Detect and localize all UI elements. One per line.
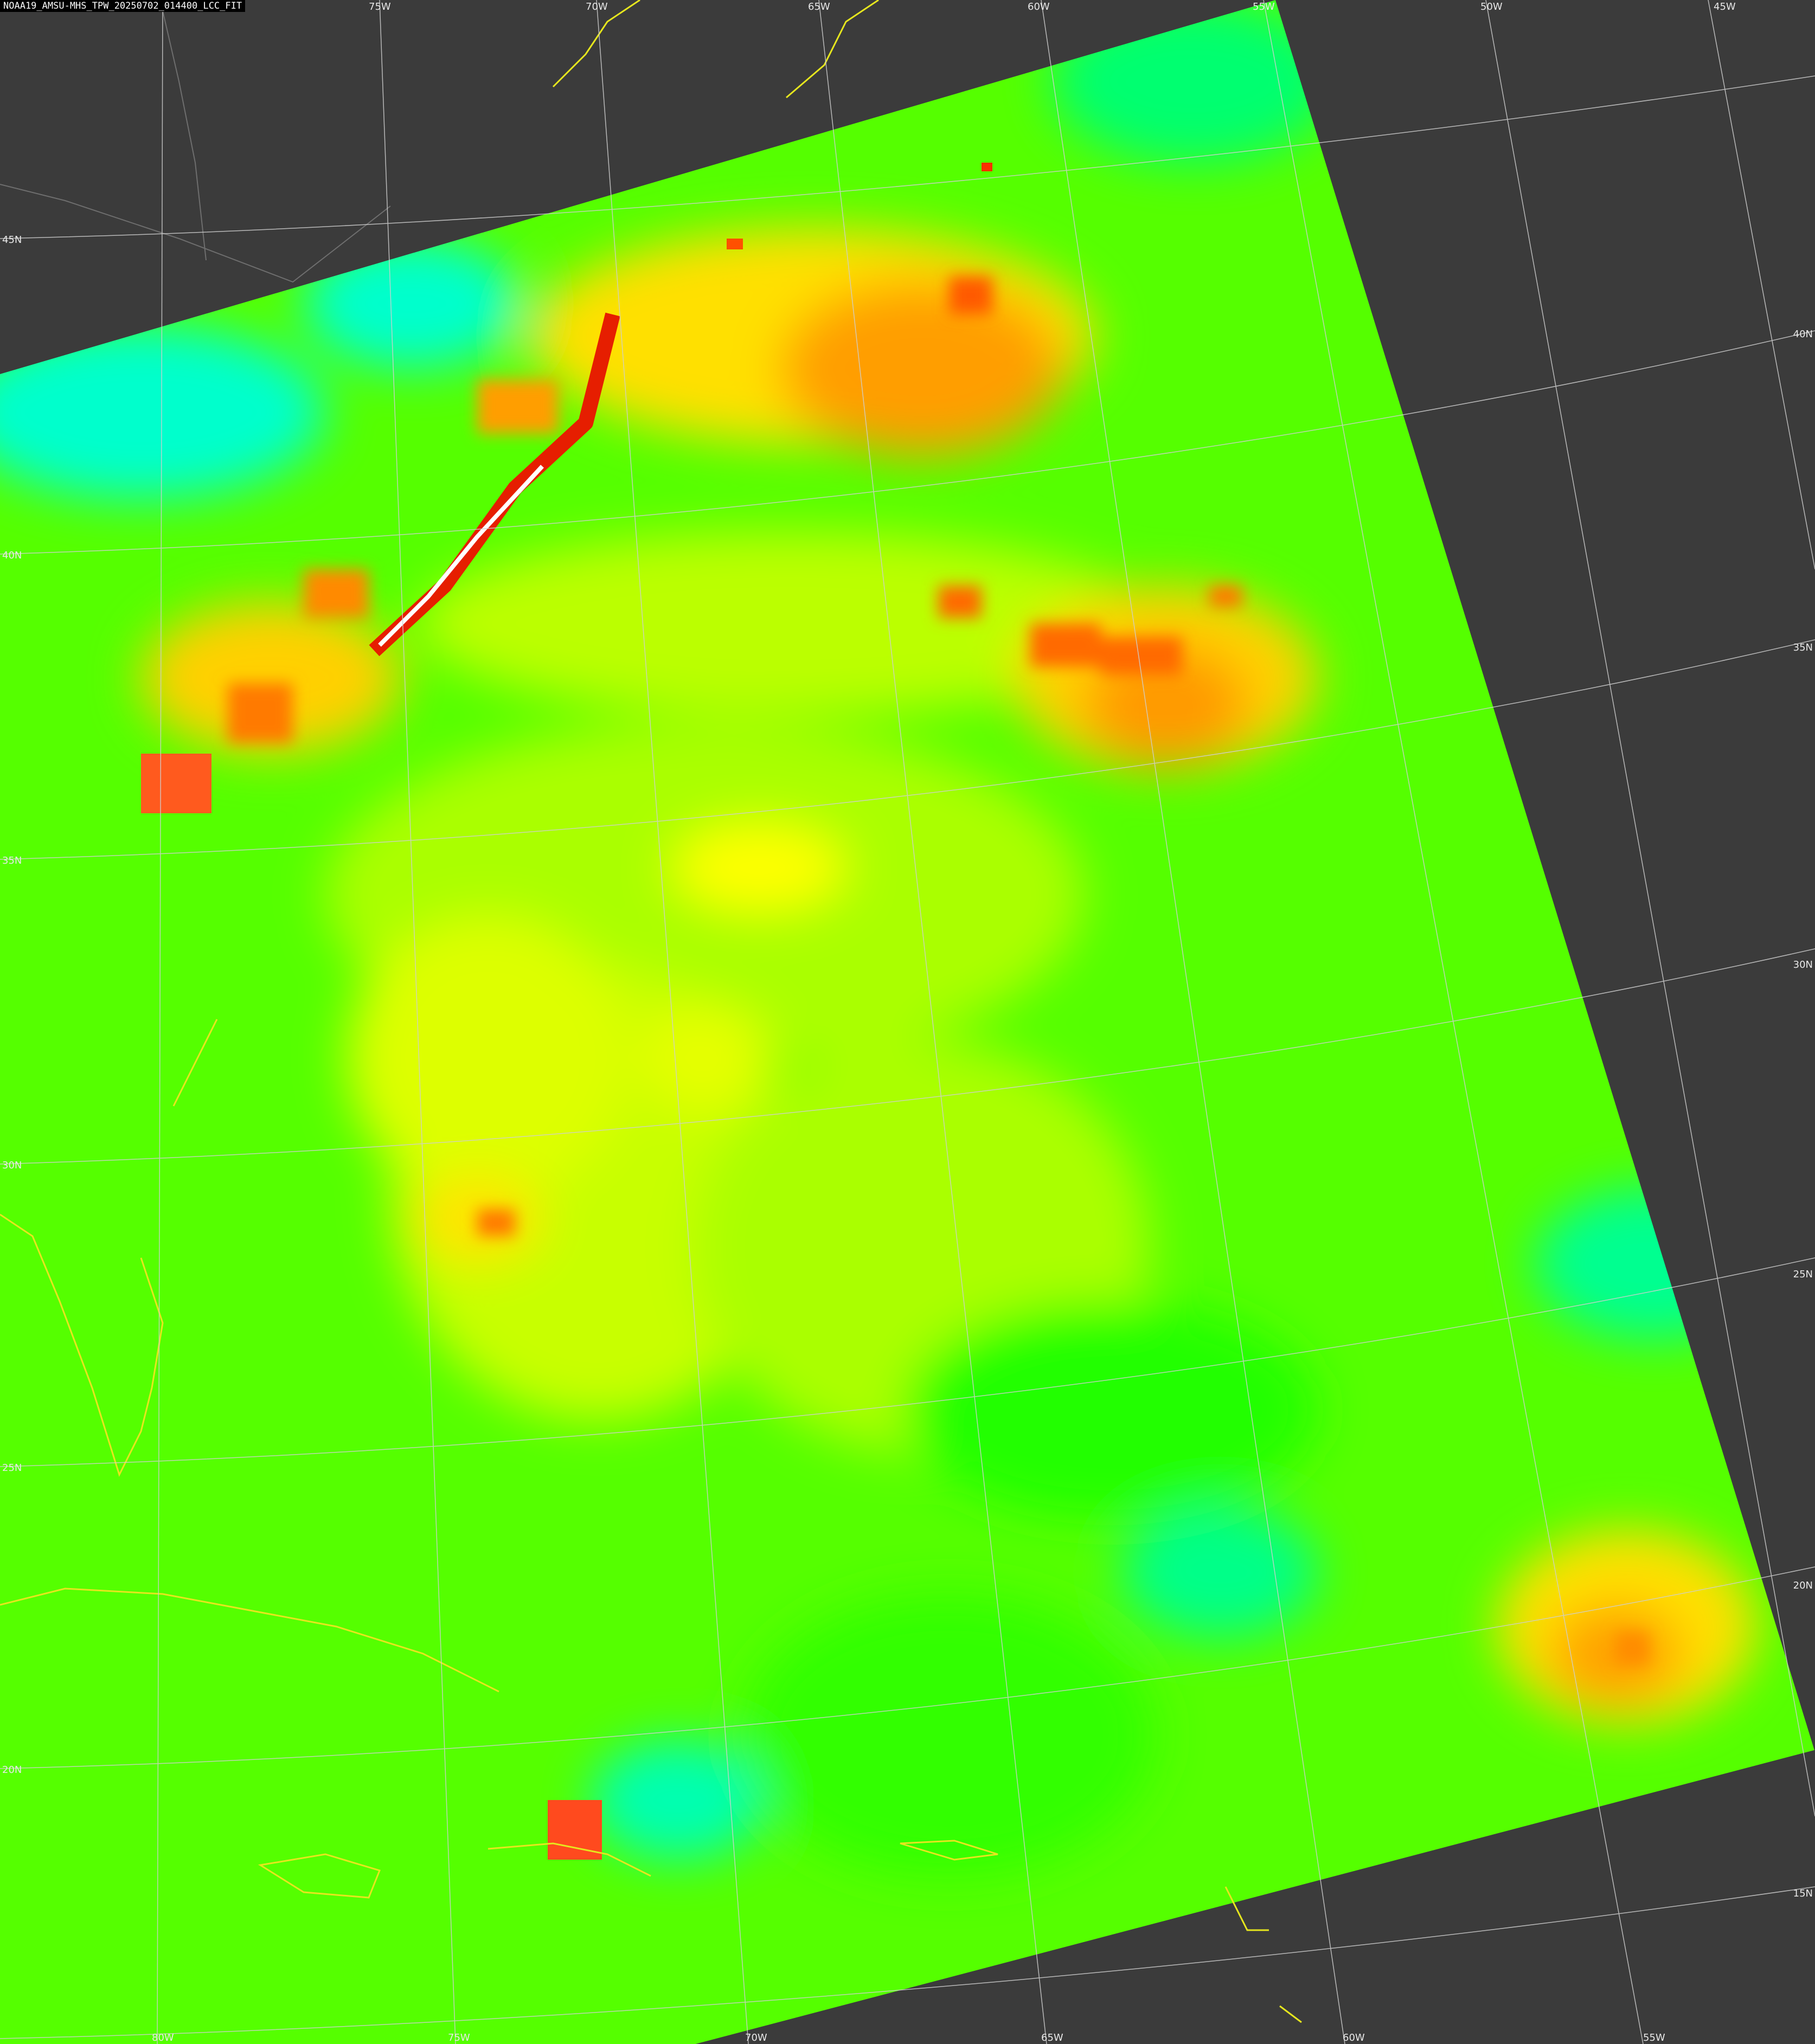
product-title: NOAA19_AMSU-MHS_TPW_20250702_014400_LCC_… <box>0 0 246 12</box>
lon-label: 45W <box>1714 1 1736 12</box>
longitude-labels-top: 75W 70W 65W 60W 55W 50W 45W <box>369 1 1736 12</box>
lat-label: 20N <box>1793 1580 1813 1591</box>
lon-label: 80W <box>152 2032 174 2043</box>
lat-label: 40N <box>2 550 22 561</box>
lon-label: 60W <box>1028 1 1050 12</box>
tpw-swath <box>0 0 1814 2044</box>
lat-label: 15N <box>1793 1888 1813 1899</box>
lon-label: 75W <box>369 1 391 12</box>
lat-label: 45N <box>2 234 22 246</box>
lon-label: 65W <box>808 1 830 12</box>
lat-label: 40N <box>1793 329 1813 340</box>
lon-label: 70W <box>586 1 608 12</box>
lon-label: 60W <box>1343 2032 1365 2043</box>
tpw-map-canvas: 75W 70W 65W 60W 55W 50W 45W 80W 75W 70W … <box>0 0 1815 2044</box>
lat-label: 35N <box>2 855 22 866</box>
lon-label: 55W <box>1643 2032 1665 2043</box>
lat-label: 25N <box>2 1462 22 1474</box>
lon-label: 70W <box>745 2032 767 2043</box>
lat-label: 20N <box>2 1764 22 1776</box>
lon-label: 50W <box>1480 1 1503 12</box>
latitude-labels-right: 40N 35N 30N 25N 20N 15N <box>1793 329 1813 1899</box>
lat-label: 30N <box>1793 959 1813 970</box>
lon-label: 65W <box>1041 2032 1063 2043</box>
lat-label: 30N <box>2 1160 22 1171</box>
lon-label: 75W <box>448 2032 470 2043</box>
lon-label: 55W <box>1253 1 1275 12</box>
lat-label: 35N <box>1793 642 1813 653</box>
lat-label: 25N <box>1793 1269 1813 1280</box>
satellite-map: 75W 70W 65W 60W 55W 50W 45W 80W 75W 70W … <box>0 0 1815 2044</box>
